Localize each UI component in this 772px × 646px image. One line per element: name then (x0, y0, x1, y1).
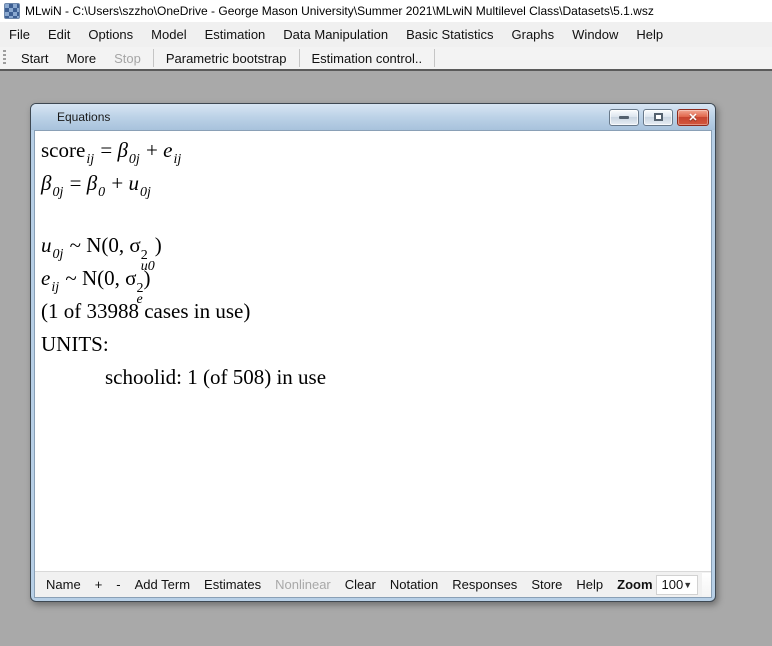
close-icon: ✕ (688, 111, 697, 124)
zoom-value: 100 (662, 577, 684, 592)
equation-line: β0j = β0 + u0j (41, 167, 711, 200)
eq-toolbar-button-name[interactable]: Name (39, 574, 88, 596)
menu-item-options[interactable]: Options (79, 22, 142, 47)
menu-item-basic-statistics[interactable]: Basic Statistics (397, 22, 502, 47)
window-title: MLwiN - C:\Users\szzho\OneDrive - George… (25, 4, 654, 18)
equation-line: eij ~ N(0, σ2e) (41, 262, 711, 295)
menu-item-graphs[interactable]: Graphs (503, 22, 564, 47)
toolbar-button-more[interactable]: More (57, 48, 105, 68)
menu-bar: FileEditOptionsModelEstimationData Manip… (0, 22, 772, 47)
toolbar-separator (153, 49, 154, 67)
main-toolbar: StartMoreStop Parametric bootstrap Estimat… (0, 47, 772, 71)
restore-button[interactable] (643, 109, 673, 126)
equations-toolbar: Name+-Add TermEstimatesNonlinearClearNot… (35, 571, 711, 597)
window-controls: ✕ (609, 109, 709, 126)
minimize-icon (619, 116, 629, 119)
mdi-area: Equations ✕ scoreij = β0j + eijβ0j = β0 … (0, 73, 772, 646)
menu-item-window[interactable]: Window (563, 22, 627, 47)
menu-item-model[interactable]: Model (142, 22, 195, 47)
equation-line: u0j ~ N(0, σ2u0) (41, 229, 711, 262)
toolbar-button-stop[interactable]: Stop (105, 48, 150, 68)
zoom-select[interactable]: 100▼ (656, 575, 699, 595)
equation-gap (41, 200, 711, 229)
eq-toolbar-button-zoom[interactable]: Zoom (610, 574, 655, 596)
eq-toolbar-button-clear[interactable]: Clear (338, 574, 383, 596)
mlwin-app-icon (4, 3, 20, 19)
eq-toolbar-button-responses[interactable]: Responses (445, 574, 524, 596)
eq-toolbar-button-help[interactable]: Help (569, 574, 610, 596)
menu-item-help[interactable]: Help (627, 22, 672, 47)
equations-window-title: Equations (57, 110, 110, 124)
toolbar-spacer (702, 573, 711, 597)
eq-toolbar-button-nonlinear[interactable]: Nonlinear (268, 574, 338, 596)
equation-line: scoreij = β0j + eij (41, 134, 711, 167)
equations-window: Equations ✕ scoreij = β0j + eijβ0j = β0 … (30, 103, 716, 602)
toolbar-button-parametric-bootstrap[interactable]: Parametric bootstrap (157, 48, 296, 68)
toolbar-button-start[interactable]: Start (12, 48, 57, 68)
eq-toolbar-button-[interactable]: + (88, 574, 110, 596)
eq-toolbar-button-notation[interactable]: Notation (383, 574, 445, 596)
toolbar-separator (299, 49, 300, 67)
toolbar-button-estimation-control[interactable]: Estimation control.. (303, 48, 432, 68)
restore-icon (654, 113, 663, 121)
equations-display: scoreij = β0j + eijβ0j = β0 + u0j u0j ~ N… (35, 131, 711, 571)
toolbar-separator (434, 49, 435, 67)
equations-titlebar[interactable]: Equations ✕ (31, 104, 715, 130)
menu-item-estimation[interactable]: Estimation (196, 22, 275, 47)
menu-item-edit[interactable]: Edit (39, 22, 79, 47)
close-button[interactable]: ✕ (677, 109, 709, 126)
equation-line: (1 of 33988 cases in use) (41, 295, 711, 328)
menu-item-data-manipulation[interactable]: Data Manipulation (274, 22, 397, 47)
menu-item-file[interactable]: File (0, 22, 39, 47)
equation-line: UNITS: (41, 328, 711, 361)
eq-toolbar-button-store[interactable]: Store (524, 574, 569, 596)
equation-line: schoolid: 1 (of 508) in use (105, 361, 711, 394)
chevron-down-icon: ▼ (683, 580, 697, 590)
window-titlebar: MLwiN - C:\Users\szzho\OneDrive - George… (0, 0, 772, 22)
eq-toolbar-button-add-term[interactable]: Add Term (128, 574, 197, 596)
minimize-button[interactable] (609, 109, 639, 126)
eq-toolbar-button-estimates[interactable]: Estimates (197, 574, 268, 596)
eq-toolbar-button-[interactable]: - (109, 574, 127, 596)
equations-body: scoreij = β0j + eijβ0j = β0 + u0j u0j ~ N… (34, 130, 712, 598)
toolbar-grip[interactable] (3, 50, 8, 66)
